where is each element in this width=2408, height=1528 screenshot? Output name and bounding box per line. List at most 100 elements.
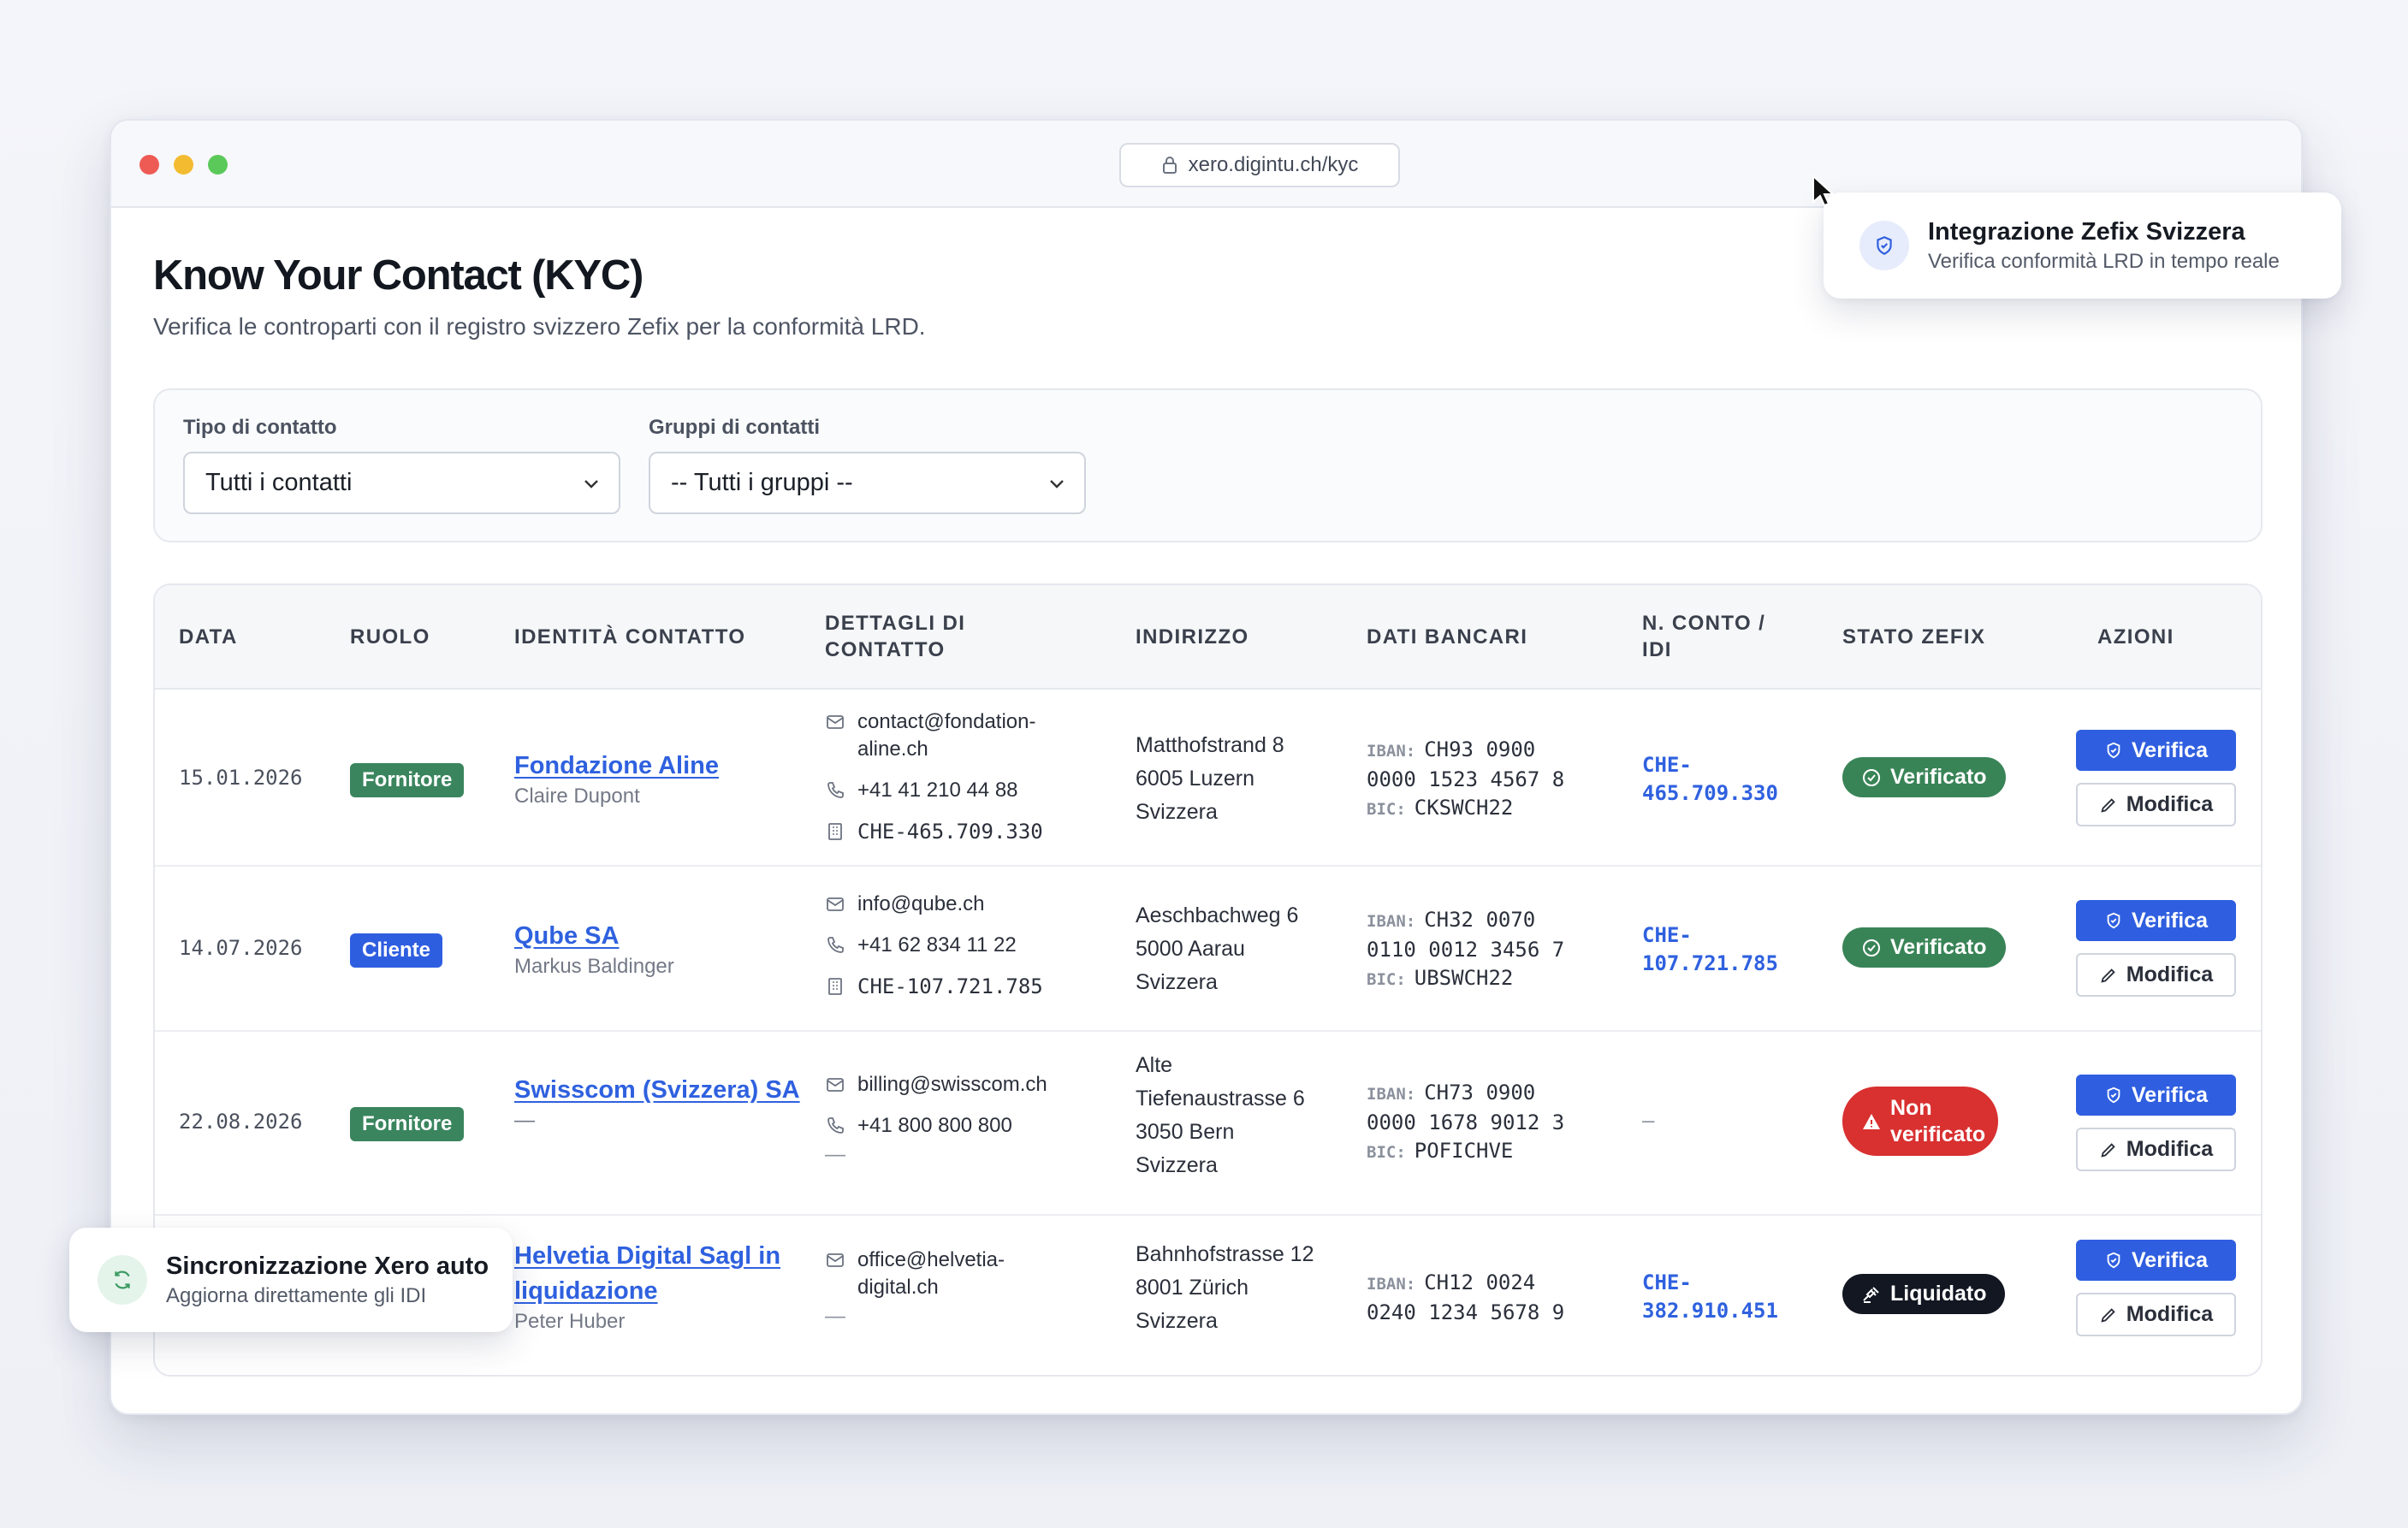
contact-person: Markus Baldinger [514, 955, 674, 978]
edit-button[interactable]: Modifica [2076, 953, 2236, 997]
gavel-icon [1863, 1286, 1879, 1303]
iban-value: CH12 0024 [1424, 1270, 1536, 1294]
phone-icon [827, 937, 844, 953]
verify-button[interactable]: Verifica [2076, 730, 2236, 771]
verify-button[interactable]: Verifica [2076, 1240, 2236, 1281]
contact-phone: +41 62 834 11 22 [857, 933, 1017, 956]
bic-key: BIC: [1367, 1143, 1406, 1162]
column-header-address: INDIRIZZO [1136, 625, 1249, 649]
phone-icon [827, 1117, 844, 1134]
column-header-idi: N. CONTO / IDI [1642, 612, 1766, 661]
status-badge: Liquidato [1842, 1274, 2006, 1314]
column-header-actions: AZIONI [2097, 625, 2174, 649]
toast-subtitle: Aggiorna direttamente gli IDI [166, 1283, 427, 1307]
chevron-down-icon [1050, 479, 1064, 489]
mail-icon [827, 1253, 844, 1267]
verify-button[interactable]: Verifica [2076, 900, 2236, 941]
table-row: 22.08.2026 Fornitore Swisscom (Svizzera)… [155, 1032, 2261, 1216]
address-line: Svizzera [1136, 1309, 1218, 1333]
bic-value: UBSWCH22 [1414, 966, 1514, 990]
iban-value-cont: 0000 1523 4567 8 [1367, 767, 1565, 791]
contact-type-filter: Tipo di contatto Tutti i contatti [183, 416, 620, 514]
status-text: Verificato [1890, 765, 1987, 789]
pencil-icon [2101, 797, 2115, 813]
status-text: Liquidato [1890, 1282, 1987, 1306]
bic-value: CKSWCH22 [1414, 796, 1514, 820]
mouse-cursor-icon [1812, 175, 1834, 207]
idi-value: CHE-382.910.451 [1642, 1270, 1778, 1323]
pencil-icon [2101, 1142, 2115, 1158]
building-icon [828, 823, 842, 840]
edit-button[interactable]: Modifica [2076, 783, 2236, 826]
row-date: 22.08.2026 [179, 1110, 303, 1134]
address-line: 8001 Zürich [1136, 1276, 1249, 1300]
contact-name-link[interactable]: Swisscom (Svizzera) SA [514, 1073, 805, 1108]
status-text: Verificato [1890, 935, 1987, 959]
contact-type-select[interactable]: Tutti i contatti [183, 452, 620, 514]
bic-value: POFICHVE [1414, 1139, 1514, 1163]
iban-key: IBAN: [1367, 1275, 1416, 1294]
address-line: Svizzera [1136, 1153, 1218, 1177]
contact-phone: +41 41 210 44 88 [857, 779, 1018, 802]
address-line: Alte [1136, 1053, 1173, 1077]
verify-button[interactable]: Verifica [2076, 1075, 2236, 1116]
refresh-icon [98, 1255, 147, 1305]
contact-person: Peter Huber [514, 1310, 626, 1333]
status-badge: Verificato [1842, 757, 2006, 797]
iban-value: CH93 0900 [1424, 737, 1536, 761]
address-bar[interactable]: xero.digintu.ch/kyc [1119, 143, 1400, 187]
building-icon [828, 978, 842, 995]
address-line: Svizzera [1136, 800, 1218, 824]
shield-icon [2107, 742, 2120, 759]
table-row: 14.07.2026 Cliente Qube SA Markus Baldin… [155, 867, 2261, 1032]
pencil-icon [2101, 968, 2115, 983]
iban-value: CH32 0070 [1424, 908, 1536, 932]
contact-name-link[interactable]: Qube SA [514, 919, 674, 954]
toast-title: Integrazione Zefix Svizzera [1928, 217, 2245, 246]
address-line: 5000 Aarau [1136, 937, 1245, 961]
warning-icon [1863, 1113, 1880, 1129]
contact-uid: — [825, 1143, 845, 1166]
iban-key: IBAN: [1367, 1085, 1416, 1104]
contact-name-link[interactable]: Fondazione Aline [514, 749, 719, 784]
contact-email: office@helvetia-digital.ch [857, 1248, 1005, 1299]
role-badge: Fornitore [350, 763, 465, 797]
toast-subtitle: Verifica conformità LRD in tempo reale [1928, 249, 2280, 273]
iban-key: IBAN: [1367, 912, 1416, 931]
contact-name-link[interactable]: Helvetia Digital Sagl in liquidazione [514, 1239, 805, 1309]
iban-value-cont: 0240 1234 5678 9 [1367, 1300, 1565, 1324]
contact-group-select[interactable]: -- Tutti i gruppi -- [649, 452, 1086, 514]
address-line: Bahnhofstrasse 12 [1136, 1242, 1314, 1266]
contact-uid: CHE-465.709.330 [857, 820, 1043, 844]
close-window-button[interactable] [139, 155, 159, 175]
xero-sync-toast: Sincronizzazione Xero auto Aggiorna dire… [69, 1228, 513, 1332]
maximize-window-button[interactable] [208, 155, 228, 175]
shield-check-icon [1859, 221, 1909, 270]
chevron-down-icon [584, 479, 598, 489]
contact-group-label: Gruppi di contatti [649, 416, 820, 439]
idi-value: CHE-107.721.785 [1642, 923, 1778, 975]
column-header-bank: DATI BANCARI [1367, 625, 1528, 649]
contact-uid: CHE-107.721.785 [857, 974, 1043, 998]
edit-button[interactable]: Modifica [2076, 1293, 2236, 1336]
edit-button[interactable]: Modifica [2076, 1128, 2236, 1171]
column-header-zefix-status: STATO ZEFIX [1842, 625, 1986, 649]
shield-icon [2107, 1087, 2120, 1104]
address-line: Tiefenaustrasse 6 [1136, 1087, 1305, 1110]
column-header-identity: IDENTITÀ CONTATTO [514, 625, 746, 649]
contact-person: — [514, 1109, 535, 1132]
role-badge: Fornitore [350, 1107, 465, 1141]
table-header: DATA RUOLO IDENTITÀ CONTATTO DETTAGLI DI… [155, 585, 2261, 690]
status-badge: Non verificato [1842, 1087, 1998, 1156]
toast-title: Sincronizzazione Xero auto [166, 1252, 489, 1280]
contact-person: Claire Dupont [514, 785, 640, 808]
phone-icon [827, 782, 844, 798]
bic-key: BIC: [1367, 970, 1406, 989]
contact-phone: — [825, 1305, 845, 1328]
address-line: Matthofstrand 8 [1136, 733, 1284, 757]
check-circle-icon [1863, 939, 1880, 956]
iban-value: CH73 0900 [1424, 1081, 1536, 1105]
minimize-window-button[interactable] [174, 155, 193, 175]
shield-icon [2107, 912, 2120, 929]
browser-window: xero.digintu.ch/kyc Know Your Contact (K… [110, 119, 2303, 1415]
